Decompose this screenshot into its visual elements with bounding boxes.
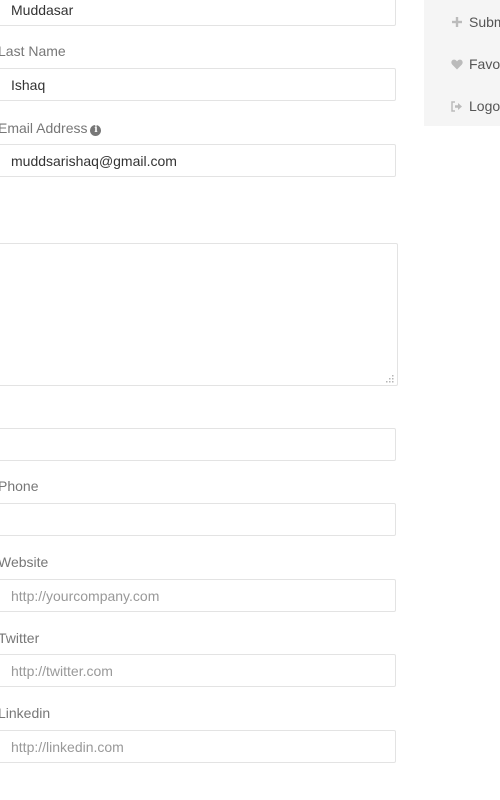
plus-icon — [449, 14, 465, 30]
phone-label: Phone — [0, 478, 39, 494]
phone-field[interactable] — [0, 503, 396, 536]
sidebar-item-favorites[interactable]: Favo — [424, 52, 500, 76]
heart-icon — [449, 56, 465, 72]
linkedin-field[interactable] — [0, 730, 396, 763]
sidebar-item-submit[interactable]: Subm — [424, 10, 500, 34]
email-label: Email Address i — [0, 120, 102, 136]
sidebar-item-label: Favo — [469, 56, 500, 72]
sidebar-item-logout[interactable]: Logo — [424, 94, 500, 118]
bio-textarea[interactable] — [0, 243, 398, 386]
twitter-field[interactable] — [0, 654, 396, 687]
linkedin-label: Linkedin — [0, 705, 51, 721]
info-icon[interactable]: i — [90, 125, 102, 136]
first-name-field[interactable] — [0, 0, 396, 26]
sidebar-menu: Subm Favo Logo — [424, 0, 500, 126]
profile-form-page: Last Name Email Addressi Phone Website T… — [0, 0, 500, 800]
last-name-label: Last Name — [0, 43, 66, 59]
sidebar-item-label: Logo — [469, 98, 500, 114]
email-field[interactable] — [0, 144, 396, 177]
twitter-label: Twitter — [0, 630, 40, 646]
logout-icon — [449, 98, 465, 114]
email-label-text: Email Address — [0, 120, 88, 136]
extra-field[interactable] — [0, 428, 396, 461]
last-name-field[interactable] — [0, 68, 396, 101]
resize-grip-icon[interactable] — [386, 375, 394, 383]
website-label: Website — [0, 554, 49, 570]
sidebar-item-label: Subm — [469, 14, 500, 30]
website-field[interactable] — [0, 579, 396, 612]
